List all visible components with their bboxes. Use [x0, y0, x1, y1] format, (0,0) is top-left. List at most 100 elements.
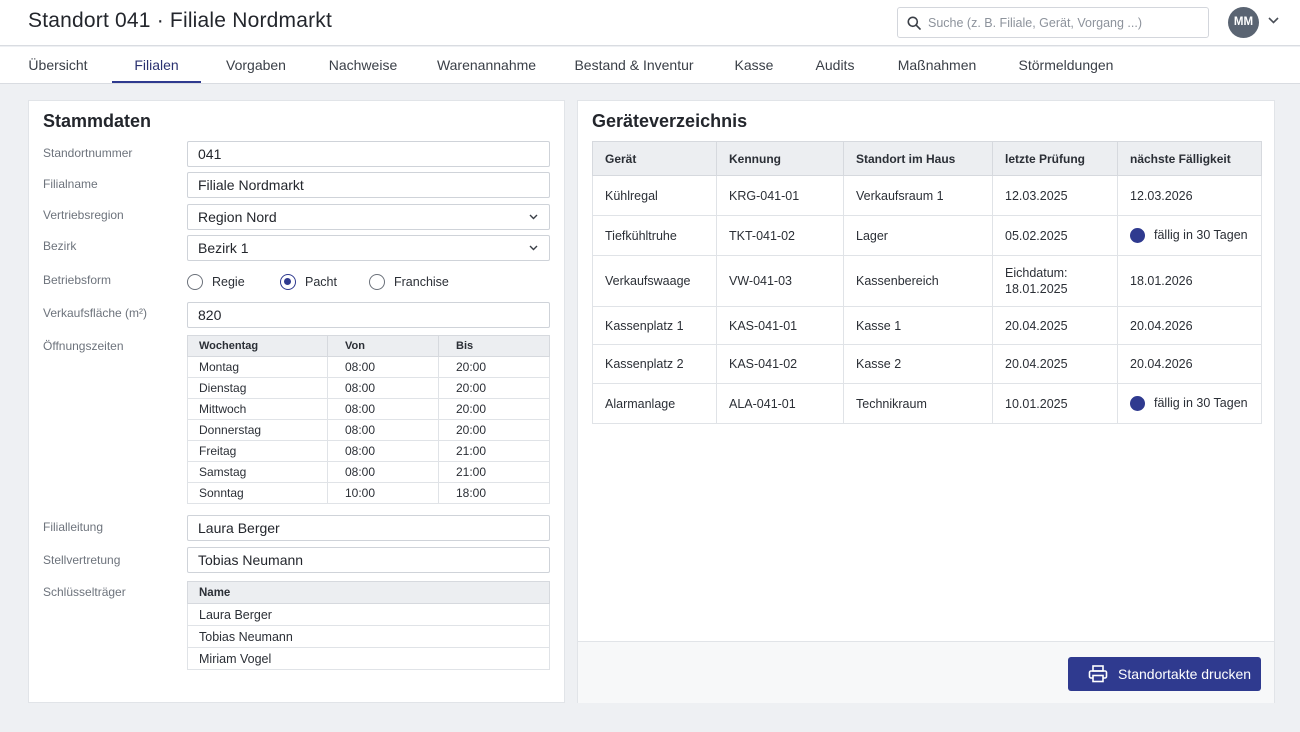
tab-uebersicht[interactable]: Übersicht — [14, 47, 102, 83]
device-name-cell: Kassenplatz 2 — [592, 344, 717, 384]
tab-kasse[interactable]: Kasse — [722, 47, 786, 83]
to-cell[interactable]: 20:00 — [438, 356, 550, 378]
from-cell[interactable]: 08:00 — [327, 440, 439, 462]
weekday-cell: Donnerstag — [187, 419, 328, 441]
next-due-cell: 20.04.2026 — [1117, 344, 1262, 384]
stammdaten-title: Stammdaten — [43, 111, 152, 131]
device-location-cell: Verkaufsraum 1 — [843, 175, 993, 216]
device-name-cell: Verkaufswaage — [592, 255, 717, 307]
filialleitung-label: Filialleitung — [43, 520, 104, 534]
to-cell[interactable]: 20:00 — [438, 377, 550, 399]
next-due-text: 20.04.2026 — [1130, 318, 1193, 333]
radio-franchise-label: Franchise — [394, 275, 449, 289]
table-row: Mittwoch 08:00 20:00 — [187, 398, 550, 420]
panel-footer: Standortakte drucken — [578, 641, 1274, 703]
last-check-cell: 12.03.2025 — [992, 175, 1118, 216]
user-avatar[interactable]: MM — [1228, 7, 1259, 38]
column-header: Bis — [438, 335, 550, 357]
radio-ring[interactable] — [187, 274, 203, 290]
vertriebsregion-select[interactable]: Region Nord — [187, 204, 550, 230]
print-button[interactable]: Standortakte drucken — [1068, 657, 1261, 691]
tab-filialen[interactable]: Filialen — [112, 47, 201, 83]
table-row: Dienstag 08:00 20:00 — [187, 377, 550, 399]
verkaufsflaeche-field[interactable]: 820 — [187, 302, 550, 328]
table-row[interactable]: Kassenplatz 1 KAS-041-01 Kasse 1 20.04.2… — [592, 306, 1262, 345]
due-status-dot-icon — [1130, 227, 1145, 243]
table-row[interactable]: Verkaufswaage VW-041-03 Kassenbereich Ei… — [592, 255, 1262, 307]
tab-bestand-inventur[interactable]: Bestand & Inventur — [566, 47, 702, 83]
device-id-cell: VW-041-03 — [716, 255, 844, 307]
search-input[interactable] — [928, 13, 1198, 33]
from-cell[interactable]: 08:00 — [327, 419, 439, 441]
key-holder-cell[interactable]: Laura Berger — [187, 603, 550, 626]
stellvertretung-field[interactable]: Tobias Neumann — [187, 547, 550, 573]
table-row: Sonntag 10:00 18:00 — [187, 482, 550, 504]
geraeteverzeichnis-panel: Geräteverzeichnis Gerät Kennung Standort… — [577, 100, 1275, 703]
tab-audits[interactable]: Audits — [804, 47, 866, 83]
key-holder-cell[interactable]: Miriam Vogel — [187, 647, 550, 670]
table-row: Samstag 08:00 21:00 — [187, 461, 550, 483]
table-row[interactable]: Kassenplatz 2 KAS-041-02 Kasse 2 20.04.2… — [592, 344, 1262, 384]
schluesseltraeger-table: Name Laura Berger Tobias Neumann Miriam … — [187, 581, 550, 670]
from-cell[interactable]: 10:00 — [327, 482, 439, 504]
search-box[interactable] — [897, 7, 1209, 38]
from-cell[interactable]: 08:00 — [327, 356, 439, 378]
tab-warenannahme[interactable]: Warenannahme — [428, 47, 545, 83]
weekday-cell: Mittwoch — [187, 398, 328, 420]
betriebsform-label: Betriebsform — [43, 273, 112, 287]
device-location-cell: Kasse 1 — [843, 306, 993, 345]
vertriebsregion-value: Region Nord — [198, 209, 277, 225]
table-row[interactable]: Alarmanlage ALA-041-01 Technikraum 10.01… — [592, 383, 1262, 424]
device-id-cell: ALA-041-01 — [716, 383, 844, 424]
device-name-cell: Kassenplatz 1 — [592, 306, 717, 345]
from-cell[interactable]: 08:00 — [327, 461, 439, 483]
device-location-cell: Technikraum — [843, 383, 993, 424]
from-cell[interactable]: 08:00 — [327, 398, 439, 420]
to-cell[interactable]: 21:00 — [438, 440, 550, 462]
filialname-field[interactable]: Filiale Nordmarkt — [187, 172, 550, 198]
next-due-cell: fällig in 30 Tagen — [1117, 215, 1262, 256]
next-due-text: 18.01.2026 — [1130, 274, 1193, 288]
last-check-cell: 20.04.2025 — [992, 306, 1118, 345]
tab-massnahmen[interactable]: Maßnahmen — [886, 47, 988, 83]
geraete-table: Gerät Kennung Standort im Haus letzte Pr… — [592, 141, 1262, 424]
table-row: Donnerstag 08:00 20:00 — [187, 419, 550, 441]
device-id-cell: KRG-041-01 — [716, 175, 844, 216]
next-due-cell: 12.03.2026 — [1117, 175, 1262, 216]
radio-pacht-label: Pacht — [305, 275, 337, 289]
table-row[interactable]: Laura Berger — [187, 603, 550, 626]
to-cell[interactable]: 18:00 — [438, 482, 550, 504]
to-cell[interactable]: 20:00 — [438, 398, 550, 420]
column-header: Name — [187, 581, 550, 604]
stammdaten-panel: Stammdaten Standortnummer 041 Filialname… — [28, 100, 565, 703]
filialleitung-field[interactable]: Laura Berger — [187, 515, 550, 541]
table-row[interactable]: Tiefkühltruhe TKT-041-02 Lager 05.02.202… — [592, 215, 1262, 256]
next-due-cell: 20.04.2026 — [1117, 306, 1262, 345]
chevron-down-icon — [529, 214, 538, 220]
stellvertretung-label: Stellvertretung — [43, 553, 121, 567]
chevron-down-icon[interactable] — [1268, 17, 1279, 24]
tab-vorgaben[interactable]: Vorgaben — [212, 47, 300, 83]
radio-ring[interactable] — [280, 274, 296, 290]
weekday-cell: Dienstag — [187, 377, 328, 399]
weekday-cell: Freitag — [187, 440, 328, 462]
column-header: Gerät — [592, 141, 717, 176]
tab-nachweise[interactable]: Nachweise — [318, 47, 408, 83]
to-cell[interactable]: 20:00 — [438, 419, 550, 441]
table-row[interactable]: Tobias Neumann — [187, 625, 550, 648]
bezirk-select[interactable]: Bezirk 1 — [187, 235, 550, 261]
tab-stoermeldungen[interactable]: Störmeldungen — [1008, 47, 1124, 83]
device-location-cell: Lager — [843, 215, 993, 256]
column-header: Von — [327, 335, 439, 357]
radio-ring[interactable] — [369, 274, 385, 290]
to-cell[interactable]: 21:00 — [438, 461, 550, 483]
from-cell[interactable]: 08:00 — [327, 377, 439, 399]
standortnummer-field[interactable]: 041 — [187, 141, 550, 167]
main-tabs: Übersicht Filialen Vorgaben Nachweise Wa… — [0, 47, 1300, 84]
table-row[interactable]: Kühlregal KRG-041-01 Verkaufsraum 1 12.0… — [592, 175, 1262, 216]
next-due-text: 20.04.2026 — [1130, 357, 1193, 371]
key-holder-cell[interactable]: Tobias Neumann — [187, 625, 550, 648]
next-due-cell: fällig in 30 Tagen — [1117, 383, 1262, 424]
table-row[interactable]: Miriam Vogel — [187, 647, 550, 670]
page-title: Standort 041 · Filiale Nordmarkt — [28, 9, 333, 32]
